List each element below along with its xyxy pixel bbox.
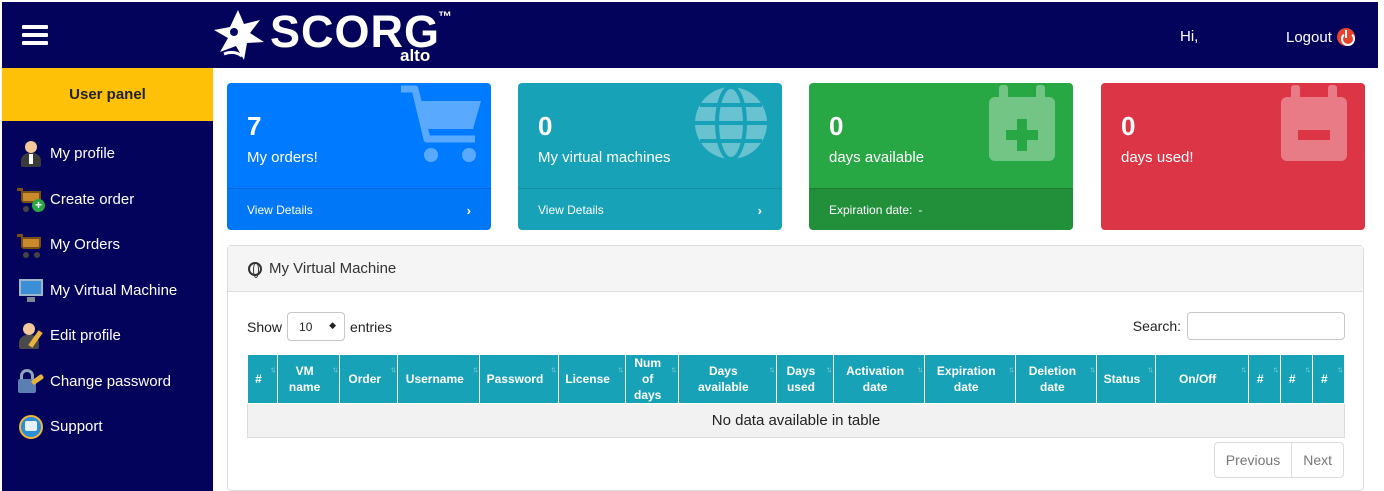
entries-select[interactable]: 10 — [287, 312, 346, 341]
expiration-date-value: - — [918, 203, 923, 217]
virtual-machine-panel: My Virtual Machine Show 10 entries Searc… — [227, 245, 1364, 491]
power-icon — [1336, 28, 1355, 46]
scorg-logo[interactable]: SCORG ™ alto — [212, 6, 472, 65]
app-frame: SCORG ™ alto Hi, Logout User panel My pr… — [0, 0, 1384, 491]
sidebar-item-label: My profile — [50, 145, 116, 163]
col-num-of-days[interactable]: Num of days — [624, 354, 679, 404]
vm-label: My virtual machines — [538, 149, 671, 166]
view-details-label: View Details — [538, 203, 604, 217]
table-row: No data available in table — [247, 403, 1345, 438]
sidebar-item-support[interactable]: Support — [2, 404, 213, 450]
pagination: Previous Next — [1213, 442, 1344, 478]
table-header-row: # VM name Order Username Password Licens… — [246, 354, 1346, 404]
search-input[interactable] — [1187, 312, 1345, 340]
empty-table-message: No data available in table — [247, 403, 1345, 438]
sidebar-item-label: Edit profile — [50, 327, 121, 345]
sidebar-menu: My profile + Create order My Orders My V… — [2, 121, 213, 450]
col-on-off[interactable]: On/Off — [1154, 354, 1249, 404]
user-edit-icon — [17, 322, 45, 350]
top-navbar: SCORG ™ alto Hi, Logout — [2, 2, 1378, 68]
chevron-right-icon: › — [466, 203, 471, 218]
orders-card: 7 My orders! View Details › — [227, 83, 491, 230]
days-used-label: days used! — [1121, 149, 1194, 166]
col-license[interactable]: License — [557, 354, 626, 404]
monitor-icon — [17, 276, 45, 304]
entries-select-value: 10 — [299, 319, 313, 334]
globe-icon — [248, 261, 262, 278]
calendar-minus-icon — [1281, 85, 1347, 161]
panel-title: My Virtual Machine — [269, 260, 397, 277]
col-order[interactable]: Order — [339, 354, 399, 404]
orders-label: My orders! — [247, 149, 318, 166]
sidebar-item-label: My Orders — [50, 236, 121, 254]
sidebar-item-my-orders[interactable]: My Orders — [2, 222, 213, 268]
previous-button[interactable]: Previous — [1215, 443, 1291, 477]
vm-view-details-link[interactable]: View Details › — [518, 188, 782, 230]
days-used-card: 0 days used! — [1101, 83, 1365, 230]
sidebar-item-change-password[interactable]: Change password — [2, 359, 213, 405]
col-days-used[interactable]: Days used — [775, 354, 835, 404]
expiration-date-label: Expiration date: — [829, 203, 913, 217]
days-available-card: 0 days available Expiration date: - — [809, 83, 1073, 230]
entries-label: entries — [350, 318, 393, 335]
sidebar-item-label: My Virtual Machine — [50, 281, 178, 299]
search-control: Search: — [1133, 312, 1345, 340]
sidebar-item-edit-profile[interactable]: Edit profile — [2, 313, 213, 359]
brand-trademark: ™ — [438, 8, 452, 24]
chevron-right-icon: › — [757, 203, 762, 218]
next-button[interactable]: Next — [1291, 443, 1343, 477]
col-status[interactable]: Status — [1096, 354, 1156, 404]
sidebar-item-label: Support — [50, 418, 103, 436]
col-action-1[interactable]: # — [1247, 354, 1281, 404]
calendar-plus-icon — [989, 85, 1055, 161]
lock-key-icon — [17, 367, 45, 395]
days-available-label: days available — [829, 149, 925, 166]
show-label: Show — [247, 318, 283, 335]
col-action-3[interactable]: # — [1311, 354, 1346, 404]
panel-header: My Virtual Machine — [228, 246, 1363, 292]
cart-icon — [17, 231, 45, 259]
entries-length-control: Show 10 entries — [247, 312, 392, 341]
orders-count: 7 — [247, 111, 262, 141]
col-username[interactable]: Username — [397, 354, 481, 404]
days-used-count: 0 — [1121, 111, 1136, 141]
sidebar-item-my-virtual-machine[interactable]: My Virtual Machine — [2, 268, 213, 314]
logout-label: Logout — [1286, 28, 1332, 46]
col-deletion-date[interactable]: Deletion date — [1015, 354, 1098, 404]
sidebar: User panel My profile + Create order My … — [2, 68, 213, 491]
sidebar-item-create-order[interactable]: + Create order — [2, 177, 213, 223]
star-mascot-icon — [214, 10, 264, 60]
sidebar-item-label: Create order — [50, 190, 135, 208]
col-days-available[interactable]: Days available — [677, 354, 777, 404]
globe-icon — [695, 85, 767, 161]
orders-view-details-link[interactable]: View Details › — [227, 188, 491, 230]
col-password[interactable]: Password — [479, 354, 559, 404]
col-index[interactable]: # — [246, 354, 279, 404]
hamburger-menu-icon[interactable] — [22, 25, 48, 45]
col-expiration-date[interactable]: Expiration date — [924, 354, 1017, 404]
sidebar-item-label: Change password — [50, 372, 171, 390]
shopping-cart-icon — [401, 85, 481, 162]
expiration-date-footer: Expiration date: - — [809, 188, 1073, 230]
view-details-label: View Details — [247, 203, 313, 217]
sidebar-item-my-profile[interactable]: My profile — [2, 131, 213, 177]
vm-table: # VM name Order Username Password Licens… — [246, 354, 1346, 438]
vm-count: 0 — [538, 111, 553, 141]
brand-subtitle: alto — [400, 46, 431, 65]
user-greeting: Hi, — [1180, 28, 1199, 45]
sidebar-title: User panel — [2, 68, 213, 121]
support-icon — [17, 413, 45, 441]
user-profile-icon — [17, 140, 45, 168]
col-action-2[interactable]: # — [1279, 354, 1313, 404]
col-activation-date[interactable]: Activation date — [832, 354, 926, 404]
logout-button[interactable]: Logout — [1286, 28, 1355, 46]
days-available-count: 0 — [829, 111, 844, 141]
virtual-machines-card: 0 My virtual machines View Details › — [518, 83, 782, 230]
search-label: Search: — [1132, 318, 1181, 334]
col-vm-name[interactable]: VM name — [277, 354, 341, 404]
cart-add-icon: + — [17, 185, 45, 213]
